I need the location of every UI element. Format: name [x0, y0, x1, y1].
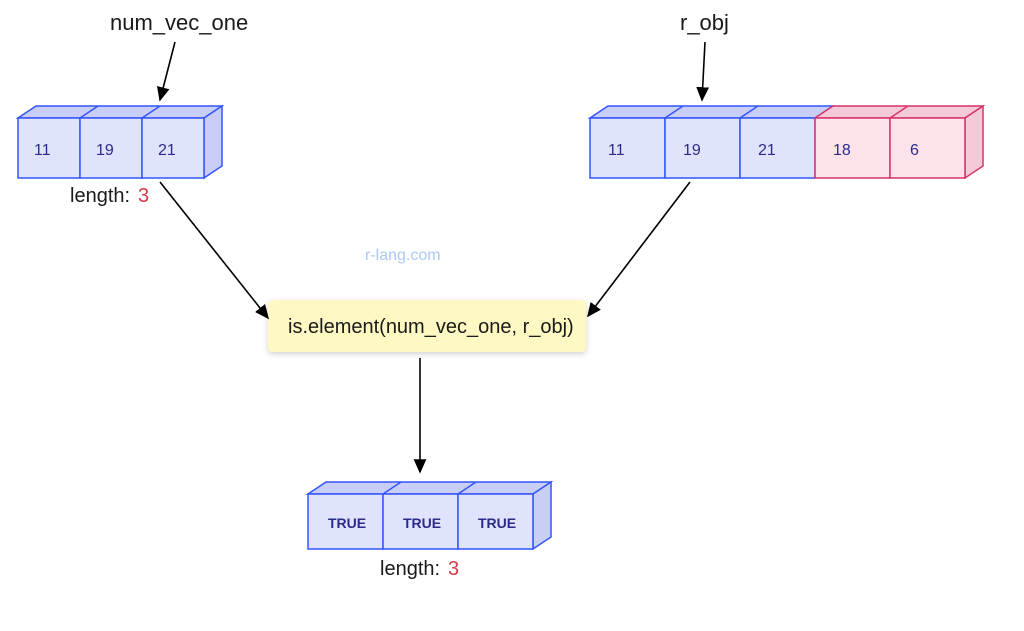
- watermark: r-lang.com: [365, 247, 441, 264]
- vec1-group: num_vec_one 11 19 21 length: 3: [18, 10, 248, 207]
- result-cell-0: TRUE: [328, 515, 366, 531]
- vec1-title: num_vec_one: [110, 10, 248, 35]
- vec2-title: r_obj: [680, 10, 729, 35]
- vec1-length-label: length:: [70, 185, 130, 207]
- arrow-vec1-title: [160, 42, 175, 100]
- vec2-group: r_obj 11 19 21 18 6: [590, 10, 983, 178]
- arrow-vec2-title: [702, 42, 705, 100]
- vec1-cell-2: 21: [158, 142, 176, 159]
- vec1-length-value: 3: [138, 185, 149, 207]
- function-box-group: is.element(num_vec_one, r_obj): [268, 300, 586, 352]
- result-length-value: 3: [448, 558, 459, 580]
- vec2-cubes: 11 19 21 18 6: [590, 106, 983, 178]
- result-length-label: length:: [380, 558, 440, 580]
- vec1-cell-0: 11: [34, 142, 51, 159]
- vec2-cell-2: 21: [758, 142, 776, 159]
- arrow-vec1-to-func: [160, 182, 268, 318]
- result-cell-1: TRUE: [403, 515, 441, 531]
- result-cubes: TRUE TRUE TRUE: [308, 482, 551, 549]
- diagram-canvas: num_vec_one 11 19 21 length: 3: [0, 0, 1024, 631]
- vec1-cubes: 11 19 21: [18, 106, 222, 178]
- vec2-cell-4: 6: [910, 142, 919, 159]
- vec2-cell-1: 19: [683, 142, 701, 159]
- vec2-cell-0: 11: [608, 142, 625, 159]
- vec1-cell-1: 19: [96, 142, 114, 159]
- arrow-vec2-to-func: [588, 182, 690, 316]
- function-call-text: is.element(num_vec_one, r_obj): [288, 316, 574, 338]
- result-group: TRUE TRUE TRUE length: 3: [308, 482, 551, 580]
- result-cell-2: TRUE: [478, 515, 516, 531]
- vec2-cell-3: 18: [833, 142, 851, 159]
